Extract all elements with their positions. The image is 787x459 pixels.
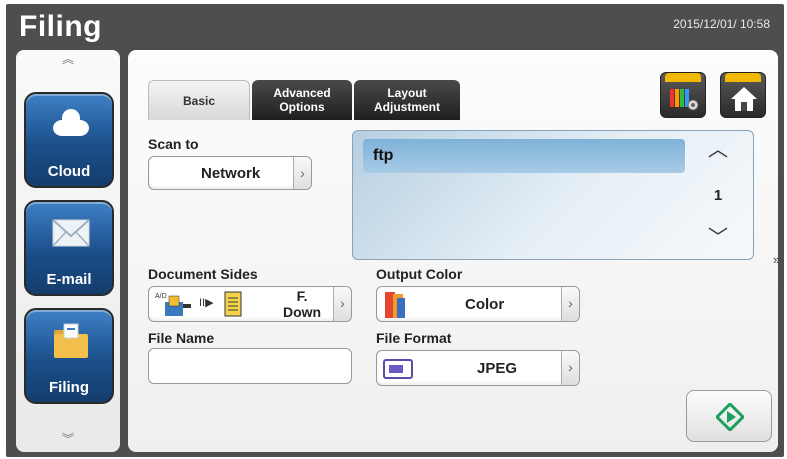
page-down-icon — [224, 291, 242, 317]
destination-list: ftp ︿ 1 ﹀ — [352, 130, 754, 260]
color-settings-icon — [670, 89, 699, 111]
cloud-icon — [53, 109, 89, 136]
page-title: Filing — [19, 10, 102, 43]
sidebar-item-label: Cloud — [47, 163, 91, 180]
accent-bar — [665, 73, 701, 82]
folder-icon — [54, 323, 88, 358]
color-mode-icon — [385, 292, 405, 318]
start-icon — [716, 403, 744, 431]
chevron-right-icon: › — [561, 287, 579, 321]
output-color-value: Color — [465, 296, 505, 313]
sidebar-item-label: E-mail — [46, 271, 92, 288]
main-panel: Basic Advanced Options Layout Adjustment — [128, 50, 780, 452]
list-item[interactable]: ftp — [363, 139, 685, 173]
file-format-value: JPEG — [477, 360, 518, 377]
document-sides-value-line1: F. — [296, 288, 308, 304]
tab-label: Layout Adjustment — [374, 86, 440, 114]
tab-advanced-options[interactable]: Advanced Options — [252, 80, 352, 120]
tab-label: Advanced Options — [273, 86, 331, 114]
document-sides-value-line2: Down — [283, 304, 322, 320]
home-button[interactable] — [720, 72, 766, 118]
arrow-icon: II▶ — [199, 297, 214, 309]
svg-text:A/D: A/D — [155, 293, 167, 300]
scroll-down-icon[interactable]: ︾ — [60, 432, 76, 446]
device-frame: Filing 2015/12/01/ 10:58 ︽ Cloud E-mail — [6, 4, 784, 457]
file-format-label: File Format — [376, 330, 452, 346]
home-icon — [731, 87, 757, 111]
scan-to-select[interactable]: Network › — [148, 156, 312, 190]
settings-button[interactable] — [660, 72, 706, 118]
chevron-right-icon: › — [561, 351, 579, 385]
tab-basic[interactable]: Basic — [148, 80, 250, 120]
chevron-right-icon: › — [293, 157, 311, 189]
chevron-down-icon[interactable]: ﹀ — [703, 227, 733, 249]
adf-scanner-icon: A/D — [155, 293, 191, 316]
sidebar-item-email[interactable]: E-mail — [24, 200, 114, 296]
datetime-display: 2015/12/01/ 10:58 — [673, 17, 770, 31]
chevron-up-icon[interactable]: ︿ — [703, 139, 733, 161]
output-color-label: Output Color — [376, 266, 463, 282]
scan-to-value: Network — [201, 165, 261, 182]
tab-layout-adjustment[interactable]: Layout Adjustment — [354, 80, 460, 120]
sidebar-item-cloud[interactable]: Cloud — [24, 92, 114, 188]
start-scan-button[interactable] — [686, 390, 772, 442]
document-sides-label: Document Sides — [148, 266, 258, 282]
sidebar-item-filing[interactable]: Filing — [24, 308, 114, 404]
file-name-input[interactable] — [148, 348, 352, 384]
document-sides-value: F. Down — [283, 288, 321, 320]
chevron-right-icon: › — [333, 287, 351, 321]
sidebar: ︽ Cloud E-mail Filing ︾ — [16, 50, 120, 452]
image-file-icon — [383, 359, 413, 379]
envelope-icon — [52, 219, 90, 247]
file-name-label: File Name — [148, 330, 215, 346]
sidebar-item-label: Filing — [49, 379, 89, 396]
file-format-select[interactable]: JPEG › — [376, 350, 580, 386]
scroll-up-icon[interactable]: ︽ — [60, 52, 76, 66]
accent-bar — [725, 73, 761, 82]
more-options-icon[interactable]: » — [773, 252, 780, 267]
document-sides-select[interactable]: A/D II▶ F. Down › — [148, 286, 352, 322]
page-number: 1 — [713, 187, 723, 204]
scan-to-label: Scan to — [148, 136, 199, 152]
output-color-select[interactable]: Color › — [376, 286, 580, 322]
